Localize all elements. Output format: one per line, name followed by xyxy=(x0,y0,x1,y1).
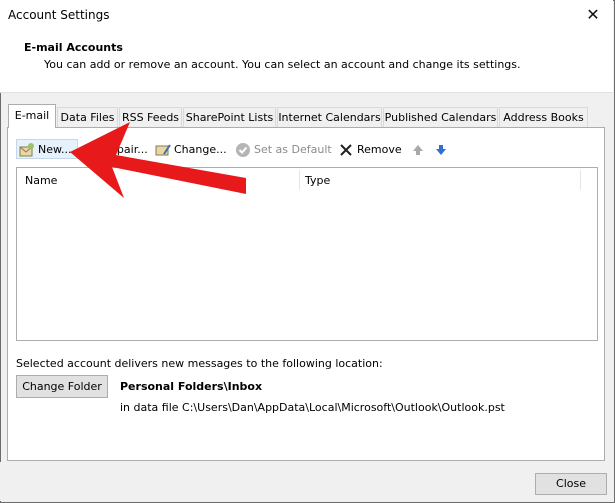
dialog-footer xyxy=(0,462,613,501)
repair-button[interactable]: Repair... xyxy=(84,140,148,160)
header-title: E-mail Accounts xyxy=(24,41,123,54)
remove-x-icon xyxy=(340,144,352,156)
tab-data-files[interactable]: Data Files xyxy=(57,107,118,127)
arrow-down-icon xyxy=(436,145,446,155)
change-label: Change... xyxy=(174,143,227,156)
delivery-location-text: Selected account delivers new messages t… xyxy=(16,357,383,370)
column-header-type[interactable]: Type xyxy=(305,174,330,187)
move-up-button[interactable] xyxy=(410,140,429,160)
tab-email[interactable]: E-mail xyxy=(8,104,56,128)
column-separator[interactable] xyxy=(299,170,300,190)
repair-label: Repair... xyxy=(103,143,148,156)
remove-button[interactable]: Remove xyxy=(338,140,402,160)
tab-internet-calendars[interactable]: Internet Calendars xyxy=(277,107,382,127)
close-button[interactable]: Close xyxy=(535,473,607,495)
column-separator[interactable] xyxy=(580,170,581,190)
data-file-path: in data file C:\Users\Dan\AppData\Local\… xyxy=(120,401,505,414)
column-header-name[interactable]: Name xyxy=(25,174,57,187)
new-account-icon xyxy=(19,143,34,157)
new-account-label: New... xyxy=(38,143,72,156)
set-as-default-label: Set as Default xyxy=(254,143,332,156)
title-bar: Account Settings ✕ xyxy=(0,0,613,30)
repair-icon xyxy=(86,144,98,156)
tab-address-books[interactable]: Address Books xyxy=(499,107,588,127)
folder-name: Personal Folders\Inbox xyxy=(120,380,263,393)
checkmark-circle-icon xyxy=(236,143,250,157)
tab-rss-feeds[interactable]: RSS Feeds xyxy=(119,107,182,127)
tab-sharepoint-lists[interactable]: SharePoint Lists xyxy=(183,107,276,127)
change-folder-button[interactable]: Change Folder xyxy=(16,375,108,398)
remove-label: Remove xyxy=(357,143,402,156)
dialog-header: E-mail Accounts You can add or remove an… xyxy=(0,30,613,93)
window-title: Account Settings xyxy=(8,8,110,22)
change-button[interactable]: Change... xyxy=(155,140,227,160)
header-subtitle: You can add or remove an account. You ca… xyxy=(44,58,521,71)
arrow-up-icon xyxy=(413,145,423,155)
set-as-default-button[interactable]: Set as Default xyxy=(235,140,332,160)
new-account-button[interactable]: New... xyxy=(16,139,78,159)
account-list[interactable]: Name Type xyxy=(16,167,598,341)
tab-published-calendars[interactable]: Published Calendars xyxy=(383,107,498,127)
close-icon[interactable]: ✕ xyxy=(580,5,606,25)
change-icon xyxy=(155,144,171,156)
move-down-button[interactable] xyxy=(433,140,452,160)
